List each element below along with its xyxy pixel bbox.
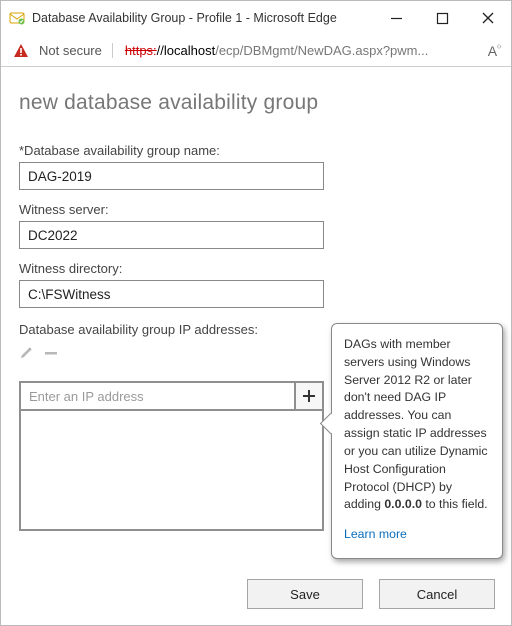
learn-more-link[interactable]: Learn more [344, 526, 407, 544]
url-display[interactable]: https://localhost/ecp/DBMgmt/NewDAG.aspx… [112, 43, 472, 58]
edit-icon[interactable] [19, 345, 34, 365]
dag-name-input[interactable] [19, 162, 324, 190]
url-host: //localhost [157, 43, 216, 58]
url-path: /ecp/DBMgmt/NewDAG.aspx?pwm... [215, 43, 428, 58]
app-icon [9, 10, 25, 26]
page-title: new database availability group [19, 91, 493, 115]
window-title-bar: Database Availability Group - Profile 1 … [1, 1, 511, 35]
not-secure-icon [13, 43, 29, 59]
ip-address-list[interactable] [19, 411, 324, 531]
tooltip-text: DAGs with member servers using Windows S… [344, 337, 488, 511]
witness-server-label: Witness server: [19, 202, 493, 217]
cancel-button[interactable]: Cancel [379, 579, 495, 609]
reader-mode-icon[interactable]: A⁽⁾ [488, 43, 501, 59]
witness-server-input[interactable] [19, 221, 324, 249]
url-protocol: https: [125, 43, 157, 58]
save-button[interactable]: Save [247, 579, 363, 609]
plus-icon [302, 389, 316, 403]
witness-directory-input[interactable] [19, 280, 324, 308]
dag-name-label: *Database availability group name: [19, 143, 493, 158]
window-maximize-button[interactable] [419, 1, 465, 35]
window-close-button[interactable] [465, 1, 511, 35]
window-minimize-button[interactable] [373, 1, 419, 35]
ip-address-input[interactable] [19, 381, 294, 411]
add-ip-button[interactable] [294, 381, 324, 411]
window-title: Database Availability Group - Profile 1 … [32, 11, 373, 25]
remove-icon[interactable] [44, 346, 58, 365]
not-secure-label: Not secure [39, 43, 102, 58]
witness-directory-label: Witness directory: [19, 261, 493, 276]
address-bar: Not secure https://localhost/ecp/DBMgmt/… [1, 35, 511, 67]
ip-help-tooltip: DAGs with member servers using Windows S… [331, 323, 503, 559]
